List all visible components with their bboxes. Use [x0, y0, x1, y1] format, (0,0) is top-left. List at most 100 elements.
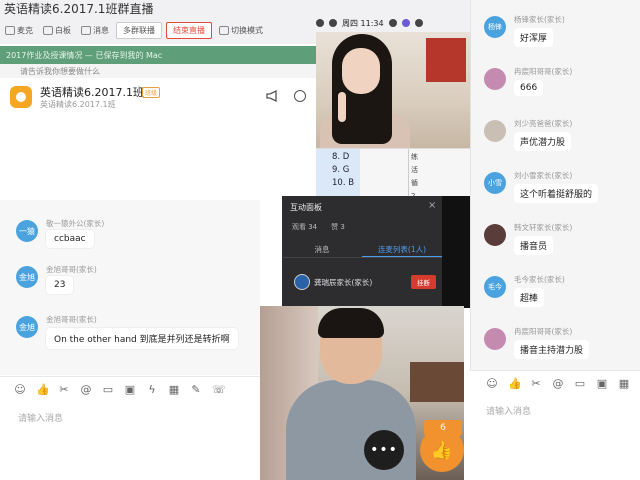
like-count-badge: 6 [424, 420, 462, 436]
status-icon [316, 19, 324, 27]
avatar[interactable] [484, 224, 506, 246]
emoji-icon[interactable]: ☺ [486, 378, 498, 390]
tab-messages[interactable]: 消息 [282, 240, 362, 257]
megaphone-icon[interactable] [266, 90, 280, 102]
image-icon[interactable]: ▣ [124, 384, 136, 396]
mac-menu-bar: 周四 11:34 [316, 16, 470, 30]
image-icon[interactable]: ▣ [596, 378, 608, 390]
hint-bar: 请告诉我你想要做什么 [0, 64, 316, 78]
toolbar-whiteboard[interactable]: 白板 [40, 24, 74, 37]
calendar-icon[interactable]: ▦ [618, 378, 630, 390]
switch-mode-button[interactable]: 切换模式 [216, 24, 266, 37]
wifi-icon [329, 19, 337, 27]
message-sender: 金旭哥哥(家长) [46, 265, 97, 274]
message-bubble: 666 [514, 80, 544, 96]
right-message-input[interactable]: 请输入消息 [486, 404, 531, 417]
answer-column: 8. D 9. G 10. B [316, 149, 360, 197]
calendar-icon[interactable]: ▦ [168, 384, 180, 396]
search-icon[interactable] [388, 19, 397, 27]
avatar[interactable]: 金旭 [16, 316, 38, 338]
message-bubble: 超棒 [514, 288, 545, 307]
mic-user-name: 龚瑞辰家长(家长) [314, 277, 373, 287]
toolbar-whiteboard-label: 白板 [55, 25, 71, 35]
tab-mic-list[interactable]: 连麦列表(1人) [362, 240, 442, 257]
siri-icon[interactable] [401, 19, 410, 27]
left-message-input[interactable]: 请输入消息 [18, 411, 63, 424]
avatar[interactable]: 杨锋 [484, 16, 506, 38]
panel-stats: 观看 34 赞 3 [292, 222, 345, 232]
group-badge: 班级 [142, 87, 161, 98]
answer-side-column: 练 活循 2 [408, 149, 422, 200]
panel-tabs: 消息 连麦列表(1人) [282, 240, 442, 258]
avatar[interactable]: 金旭 [16, 266, 38, 288]
avatar[interactable] [484, 68, 506, 90]
mic-list-row: 龚瑞辰家长(家长) 挂断 [294, 274, 436, 290]
side-text: 练 [411, 153, 418, 161]
right-input-toolbar: ☺ 👍 ✂ @ ▭ ▣ ▦ [486, 378, 630, 390]
message-bubble: 这个听着挺舒服的 [514, 184, 599, 203]
menu-icon[interactable] [414, 19, 423, 27]
scissors-icon[interactable]: ✂ [58, 384, 70, 396]
message-sender: 金旭哥哥(家长) [46, 315, 97, 324]
interaction-panel: 互动面板 × 观看 34 赞 3 消息 连麦列表(1人) 龚瑞辰家长(家长) 挂… [282, 196, 442, 308]
message-bubble: 声优潜力股 [514, 132, 572, 151]
message-bubble: 好浑厚 [514, 28, 554, 47]
folder-icon[interactable]: ▭ [574, 378, 586, 390]
message-sender: 冉宸阳哥哥(家长) [514, 67, 573, 76]
left-input-toolbar: ☺ 👍 ✂ @ ▭ ▣ ϟ ▦ ✎ ☏ [14, 384, 226, 396]
like-icon[interactable]: 👍 [36, 384, 50, 396]
scissors-icon[interactable]: ✂ [530, 378, 542, 390]
whiteboard-icon [43, 25, 53, 35]
avatar[interactable] [484, 328, 506, 350]
avatar[interactable]: 小雪 [484, 172, 506, 194]
likes-count: 赞 3 [331, 223, 345, 231]
teacher-video[interactable] [316, 32, 470, 148]
viewers-count: 观看 34 [292, 223, 318, 231]
folder-icon[interactable]: ▭ [102, 384, 114, 396]
answer-item: 9. G [332, 165, 350, 175]
avatar[interactable]: 一猿 [16, 220, 38, 242]
group-subtitle: 英语精读6.2017.1班 [40, 100, 116, 109]
answer-item: 8. D [332, 152, 350, 162]
message-sender: 冉宸阳哥哥(家长) [514, 327, 573, 336]
flash-icon[interactable]: ϟ [146, 384, 158, 396]
phone-icon[interactable]: ☏ [212, 384, 226, 396]
close-icon[interactable]: × [428, 200, 436, 211]
message-bubble: ccbaac [46, 230, 94, 248]
edit-icon[interactable]: ✎ [190, 384, 202, 396]
mic-icon [5, 25, 15, 35]
answer-item: 10. B [332, 178, 355, 188]
side-text: 活循 [411, 166, 418, 187]
multi-group-button[interactable]: 多群联播 [116, 21, 162, 39]
message-sender: 毛今家长(家长) [514, 275, 565, 284]
message-sender: 敬一猿外公(家长) [46, 219, 105, 228]
teacher-face [342, 48, 380, 94]
hangup-button[interactable]: 挂断 [411, 275, 436, 289]
toolbar-mic[interactable]: 麦克 [2, 24, 36, 37]
toolbar-message-label: 消息 [93, 25, 109, 35]
panel-title: 互动面板 [290, 203, 322, 212]
emoji-icon[interactable]: ☺ [14, 384, 26, 396]
like-icon[interactable]: 👍 [508, 378, 522, 390]
at-icon[interactable]: @ [80, 384, 92, 396]
message-sender: 刘少亮爸爸(家长) [514, 119, 573, 128]
message-bubble: 播音主持潜力股 [514, 340, 590, 359]
toolbar-message[interactable]: 消息 [78, 24, 112, 37]
saved-notice[interactable]: 2017作业及授课情况 — 已保存到我的 Mac [0, 46, 316, 64]
avatar[interactable] [484, 120, 506, 142]
live-toolbar: 麦克 白板 消息 多群联播 结束直播 切换模式 [0, 20, 266, 40]
video-background [442, 196, 470, 308]
class-title: 英语精读6.2017.1班群直播 [4, 2, 154, 16]
end-live-button[interactable]: 结束直播 [166, 21, 212, 39]
message-bubble: 播音员 [514, 236, 554, 255]
video-background [426, 38, 466, 82]
avatar[interactable]: 毛今 [484, 276, 506, 298]
history-icon[interactable] [294, 90, 306, 102]
teacher-hand [338, 92, 346, 122]
more-button[interactable]: ••• [364, 430, 404, 470]
group-avatar [10, 86, 32, 108]
at-icon[interactable]: @ [552, 378, 564, 390]
message-sender: 刘小雪家长(家长) [514, 171, 573, 180]
message-sender: 杨锋家长(家长) [514, 15, 565, 24]
group-header: 英语精读6.2017.1班 班级 英语精读6.2017.1班 [4, 80, 316, 120]
